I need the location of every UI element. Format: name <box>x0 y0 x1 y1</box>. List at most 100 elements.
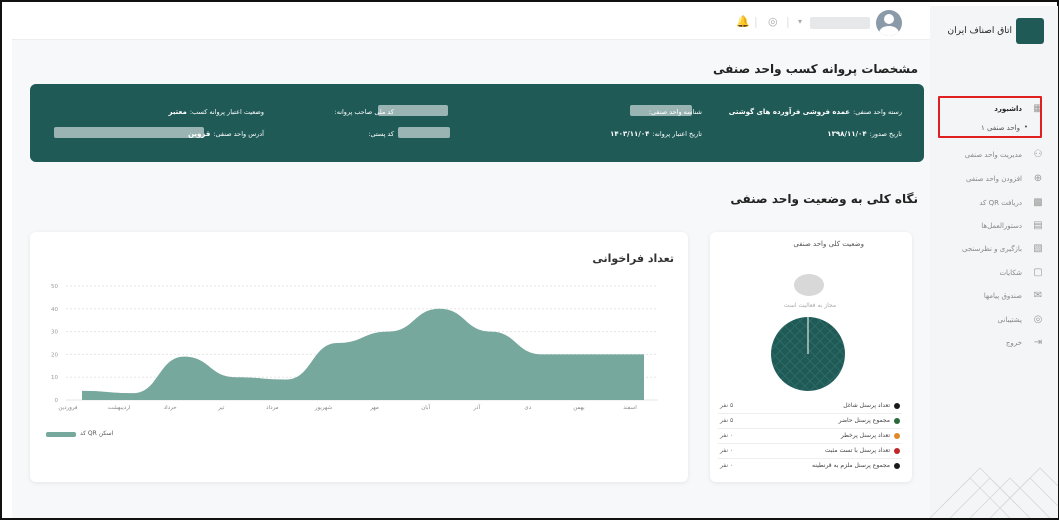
sidebar-item-survey[interactable]: ▧ بازگیری و نظرسنجی <box>930 240 1058 260</box>
legend-dot-icon <box>894 418 900 424</box>
sidebar-item-label: دریافت QR کد <box>979 199 1022 207</box>
top-bar: 🔔 | ◎ | ▾ <box>12 6 930 40</box>
users-icon: ⚇ <box>1033 149 1043 160</box>
legend-label: تعداد پرسنل با تست مثبت <box>824 447 890 454</box>
sidebar-item-add-unit[interactable]: ⊕ افزودن واحد صنفی <box>930 170 1058 190</box>
sidebar: اتاق اصناف ایران ▦ داشبورد • واحد صنفی ۱ ⚇ مد… <box>930 6 1058 518</box>
sidebar-item-label: بازگیری و نظرسنجی <box>962 245 1022 253</box>
logo-icon <box>1016 18 1044 44</box>
legend-item: تعداد پرسنل پرخطر ۰ نفر <box>710 430 910 442</box>
sidebar-item-label: پشتیبانی <box>997 316 1022 324</box>
sidebar-item-get-qr[interactable]: ▩ دریافت QR کد <box>930 194 1058 214</box>
overview-title: نگاه کلی به وضعیت واحد صنفی <box>730 192 918 206</box>
legend-value: ۰ نفر <box>720 447 734 454</box>
sidebar-item-instructions[interactable]: ▤ دستورالعمل‌ها <box>930 217 1058 237</box>
legend-dot-icon <box>894 448 900 454</box>
status-card-title: وضعیت کلی واحد صنفی <box>793 240 864 248</box>
bell-icon[interactable]: 🔔 <box>736 15 750 28</box>
headset-icon[interactable]: ◎ <box>768 15 778 28</box>
legend-value: ۰ نفر <box>720 462 734 469</box>
x-tick-label: شهریور <box>314 405 333 411</box>
legend-item: تعداد پرسنل شاغل ۵ نفر <box>710 400 910 412</box>
sidebar-item-support[interactable]: ◎ پشتیبانی <box>930 311 1058 331</box>
logo-text: اتاق اصناف ایران <box>947 26 1012 36</box>
x-tick-label: آبان <box>421 404 430 411</box>
active-highlight <box>938 96 1042 138</box>
qr-icon: ▩ <box>1033 197 1043 208</box>
legend-value: ۵ نفر <box>720 402 734 409</box>
legend-divider <box>718 413 902 414</box>
x-tick-label: مهر <box>369 405 379 411</box>
screenshot-frame: 🔔 | ◎ | ▾ مشخصات پروانه کسب واحد صنفی رس… <box>0 0 1059 520</box>
message-icon: ▢ <box>1033 267 1043 278</box>
legend-label: کد QR اسکن <box>80 430 114 437</box>
divider: | <box>754 15 758 28</box>
sidebar-item-label: دستورالعمل‌ها <box>981 222 1022 230</box>
status-card: وضعیت کلی واحد صنفی مجاز به فعالیت است ت… <box>710 232 912 482</box>
status-text: مجاز به فعالیت است <box>783 302 837 309</box>
chevron-down-icon[interactable]: ▾ <box>798 17 802 26</box>
chart-icon: ▧ <box>1033 243 1043 254</box>
recall-card: تعداد فراخوانی 0 10 20 30 40 50 اسفند بهمن دی آذر… <box>30 232 688 482</box>
x-tick-label: اسفند <box>623 405 637 411</box>
x-tick-label: تیر <box>217 405 225 411</box>
y-tick-label: 40 <box>51 307 58 313</box>
plus-circle-icon: ⊕ <box>1033 173 1043 184</box>
decorative-pattern <box>930 467 1058 518</box>
legend-value: ۵ نفر <box>720 417 734 424</box>
license-id-redacted <box>630 105 692 116</box>
x-tick-label: فروردین <box>58 405 78 411</box>
y-tick-label: 0 <box>55 398 59 404</box>
legend-item: مجموع پرسنل حاضر ۵ نفر <box>710 415 910 427</box>
y-tick-label: 20 <box>51 352 58 358</box>
grid-icon: ▤ <box>1033 220 1043 231</box>
sidebar-item-manage-units[interactable]: ⚇ مدیریت واحد صنفی <box>930 146 1058 166</box>
sidebar-item-label: صندوق پیامها <box>983 292 1022 300</box>
x-tick-label: بهمن <box>573 405 585 411</box>
x-tick-label: خرداد <box>164 405 177 411</box>
legend-swatch <box>46 432 76 437</box>
y-tick-label: 30 <box>51 330 58 336</box>
headset-icon: ◎ <box>1033 314 1043 325</box>
sidebar-item-messages[interactable]: ✉ صندوق پیامها <box>930 287 1058 307</box>
legend-divider <box>718 458 902 459</box>
expiry-date: تاریخ اعتبار پروانه:۱۴۰۳/۱۱/۰۴ <box>610 130 702 138</box>
x-tick-label: اردیبهشت <box>108 405 131 411</box>
legend-label: تعداد پرسنل شاغل <box>843 402 890 409</box>
sidebar-item-label: مدیریت واحد صنفی <box>964 151 1022 159</box>
sidebar-item-complaints[interactable]: ▢ شکایات <box>930 264 1058 284</box>
divider: | <box>786 15 790 28</box>
sidebar-item-label: افزودن واحد صنفی <box>966 175 1022 183</box>
sidebar-item-logout[interactable]: ⇥ خروج <box>930 334 1058 354</box>
license-card: رسته واحد صنفی:عمده فروشی فرآورده های گو… <box>30 84 924 162</box>
y-tick-label: 50 <box>51 284 58 290</box>
legend-value: ۰ نفر <box>720 432 734 439</box>
mail-icon: ✉ <box>1033 290 1043 301</box>
legend-label: مجموع پرسنل ملزم به قرنطینه <box>812 462 890 469</box>
y-tick-label: 10 <box>51 375 58 381</box>
status-indicator-icon <box>794 274 824 296</box>
sidebar-item-label: شکایات <box>999 269 1022 277</box>
avatar[interactable] <box>876 10 902 36</box>
x-tick-label: مرداد <box>266 405 278 411</box>
legend-divider <box>718 428 902 429</box>
x-tick-label: آذر <box>472 404 480 411</box>
legend-label: تعداد پرسنل پرخطر <box>840 432 890 439</box>
legend-dot-icon <box>894 403 900 409</box>
main-content: 🔔 | ◎ | ▾ مشخصات پروانه کسب واحد صنفی رس… <box>12 6 930 518</box>
status-pie-chart <box>771 317 845 391</box>
legend-item: تعداد پرسنل با تست مثبت ۰ نفر <box>710 445 910 457</box>
logout-icon: ⇥ <box>1033 337 1043 348</box>
issue-date: تاریخ صدور:۱۳۹۸/۱۱/۰۴ <box>827 130 902 138</box>
license-status: وضعیت اعتبار پروانه کسب:معتبر <box>168 108 264 116</box>
postal-code-label: کد پستی: <box>368 130 394 138</box>
license-type: رسته واحد صنفی:عمده فروشی فرآورده های گو… <box>728 108 902 116</box>
x-tick-label: دی <box>524 405 531 411</box>
recall-area-chart: 0 10 20 30 40 50 اسفند بهمن دی آذر آبان مهر شهریور مر… <box>51 284 658 411</box>
legend-dot-icon <box>894 463 900 469</box>
legend-divider <box>718 443 902 444</box>
legend-label: مجموع پرسنل حاضر <box>838 417 890 424</box>
address-redacted <box>54 127 204 138</box>
legend-item: مجموع پرسنل ملزم به قرنطینه ۰ نفر <box>710 460 910 472</box>
sidebar-item-label: خروج <box>1005 339 1022 347</box>
